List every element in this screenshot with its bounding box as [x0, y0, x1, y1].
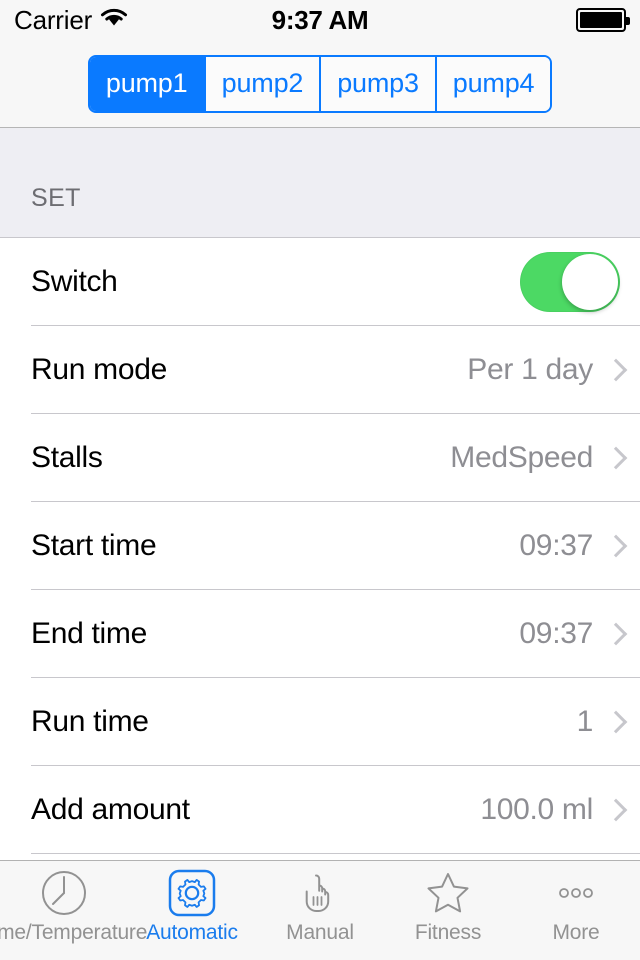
row-run-mode[interactable]: Run mode Per 1 day: [0, 326, 640, 414]
tab-more[interactable]: More: [512, 869, 640, 945]
row-accessory-run-mode: Per 1 day: [467, 353, 620, 387]
row-run-time[interactable]: Run time 1: [0, 678, 640, 766]
tab-label-time-temperature: Time/Temperature: [0, 921, 148, 944]
tab-manual[interactable]: Manual: [256, 869, 384, 945]
clock-icon: [40, 869, 88, 917]
tab-time-temperature[interactable]: Time/Temperature: [0, 869, 147, 945]
gear-icon: [168, 869, 216, 917]
row-stalls[interactable]: Stalls MedSpeed: [0, 414, 640, 502]
row-accessory-end-time: 09:37: [519, 617, 620, 651]
row-accessory-start-time: 09:37: [519, 529, 620, 563]
switch-toggle-knob: [562, 254, 618, 310]
row-accessory-run-time: 1: [577, 705, 620, 739]
status-bar-left: Carrier: [14, 5, 128, 36]
row-label-end-time: End time: [31, 617, 147, 650]
row-label-add-amount: Add amount: [31, 793, 190, 826]
row-label-switch: Switch: [31, 265, 118, 298]
row-value-add-amount: 100.0 ml: [480, 793, 593, 826]
row-value-run-mode: Per 1 day: [467, 353, 593, 386]
settings-table: Switch Run mode Per 1 day Stalls MedSpee…: [0, 238, 640, 860]
row-value-stalls: MedSpeed: [450, 441, 593, 474]
app-screen: Carrier 9:37 AM pump1 pump2 pump3 pump4: [0, 0, 640, 960]
row-add-amount[interactable]: Add amount 100.0 ml: [0, 766, 640, 854]
battery-icon: [576, 8, 630, 32]
section-header-set: SET: [0, 128, 640, 238]
tab-label-more: More: [552, 921, 600, 944]
row-value-end-time: 09:37: [519, 617, 593, 650]
battery-fill: [580, 12, 622, 28]
segment-pump2[interactable]: pump2: [203, 56, 320, 111]
tab-fitness[interactable]: Fitness: [384, 869, 512, 945]
chevron-right-icon: [607, 359, 620, 381]
row-start-time[interactable]: Start time 09:37: [0, 502, 640, 590]
pointing-hand-icon: [296, 869, 344, 917]
row-end-time[interactable]: End time 09:37: [0, 590, 640, 678]
status-bar: Carrier 9:37 AM: [0, 0, 640, 40]
pump-segmented-control[interactable]: pump1 pump2 pump3 pump4: [87, 54, 553, 113]
status-bar-right: [576, 8, 630, 32]
row-value-run-time: 1: [576, 705, 594, 738]
section-header-label: SET: [31, 184, 81, 212]
tab-bar: Time/Temperature Automatic: [0, 860, 640, 960]
row-label-run-mode: Run mode: [31, 353, 168, 386]
chevron-right-icon: [607, 799, 620, 821]
row-label-stalls: Stalls: [31, 441, 103, 474]
chevron-right-icon: [607, 623, 620, 645]
chevron-right-icon: [607, 711, 620, 733]
segment-pump3[interactable]: pump3: [319, 56, 435, 111]
chevron-right-icon: [607, 535, 620, 557]
ellipsis-icon: [552, 869, 600, 917]
row-label-run-time: Run time: [31, 705, 149, 738]
row-accessory-add-amount: 100.0 ml: [480, 793, 620, 827]
segment-pump1[interactable]: pump1: [89, 56, 204, 111]
row-switch[interactable]: Switch: [0, 238, 640, 326]
row-label-start-time: Start time: [31, 529, 157, 562]
tab-automatic[interactable]: Automatic: [128, 869, 256, 945]
segmented-control-bar: pump1 pump2 pump3 pump4: [0, 40, 640, 128]
segment-pump4[interactable]: pump4: [434, 56, 551, 111]
row-accessory-switch: [520, 252, 620, 312]
switch-toggle[interactable]: [520, 252, 620, 312]
tab-label-automatic: Automatic: [146, 921, 238, 944]
wifi-icon: [100, 8, 128, 33]
row-accessory-stalls: MedSpeed: [450, 441, 620, 475]
tab-label-fitness: Fitness: [414, 921, 482, 944]
carrier-label: Carrier: [14, 4, 93, 35]
row-value-start-time: 09:37: [519, 529, 593, 562]
star-icon: [424, 869, 472, 917]
tab-label-manual: Manual: [286, 921, 354, 944]
chevron-right-icon: [607, 447, 620, 469]
